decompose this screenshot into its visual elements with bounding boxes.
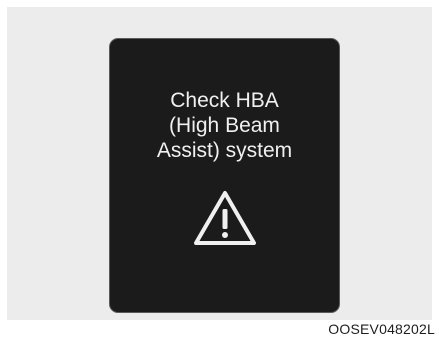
warning-triangle-icon	[194, 191, 256, 245]
cluster-display-panel: Check HBA (High Beam Assist) system	[109, 38, 340, 313]
figure-code: OOSEV048202L	[328, 321, 435, 337]
message-line-2: (High Beam	[169, 114, 280, 137]
hba-warning-message: Check HBA (High Beam Assist) system	[110, 88, 339, 163]
message-line-3: Assist) system	[156, 139, 293, 162]
message-line-1: Check HBA	[170, 89, 279, 112]
